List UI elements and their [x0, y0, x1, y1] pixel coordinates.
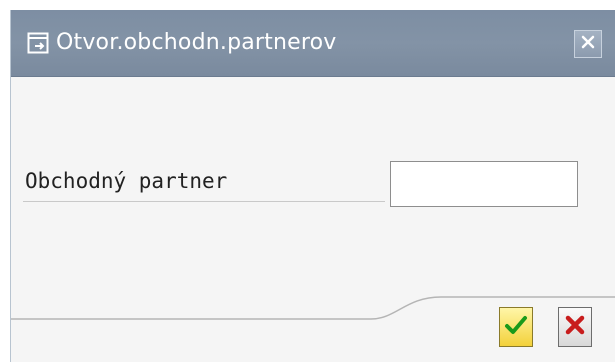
label-underline: [23, 201, 385, 202]
cancel-x-icon: [564, 314, 586, 340]
close-icon: [580, 34, 596, 54]
business-partner-label: Obchodný partner: [25, 169, 228, 193]
business-partner-input[interactable]: [390, 161, 578, 207]
confirm-button[interactable]: [499, 307, 533, 347]
dialog-titlebar: Otvor.obchodn.partnerov: [11, 10, 615, 77]
cancel-button[interactable]: [558, 307, 592, 347]
close-button[interactable]: [574, 30, 602, 58]
checkmark-icon: [504, 313, 528, 341]
dialog-window: Otvor.obchodn.partnerov Obchodný partner: [10, 10, 615, 362]
dialog-title: Otvor.obchodn.partnerov: [56, 30, 337, 55]
dialog-content: Obchodný partner: [11, 77, 615, 362]
open-document-icon: [27, 32, 49, 54]
